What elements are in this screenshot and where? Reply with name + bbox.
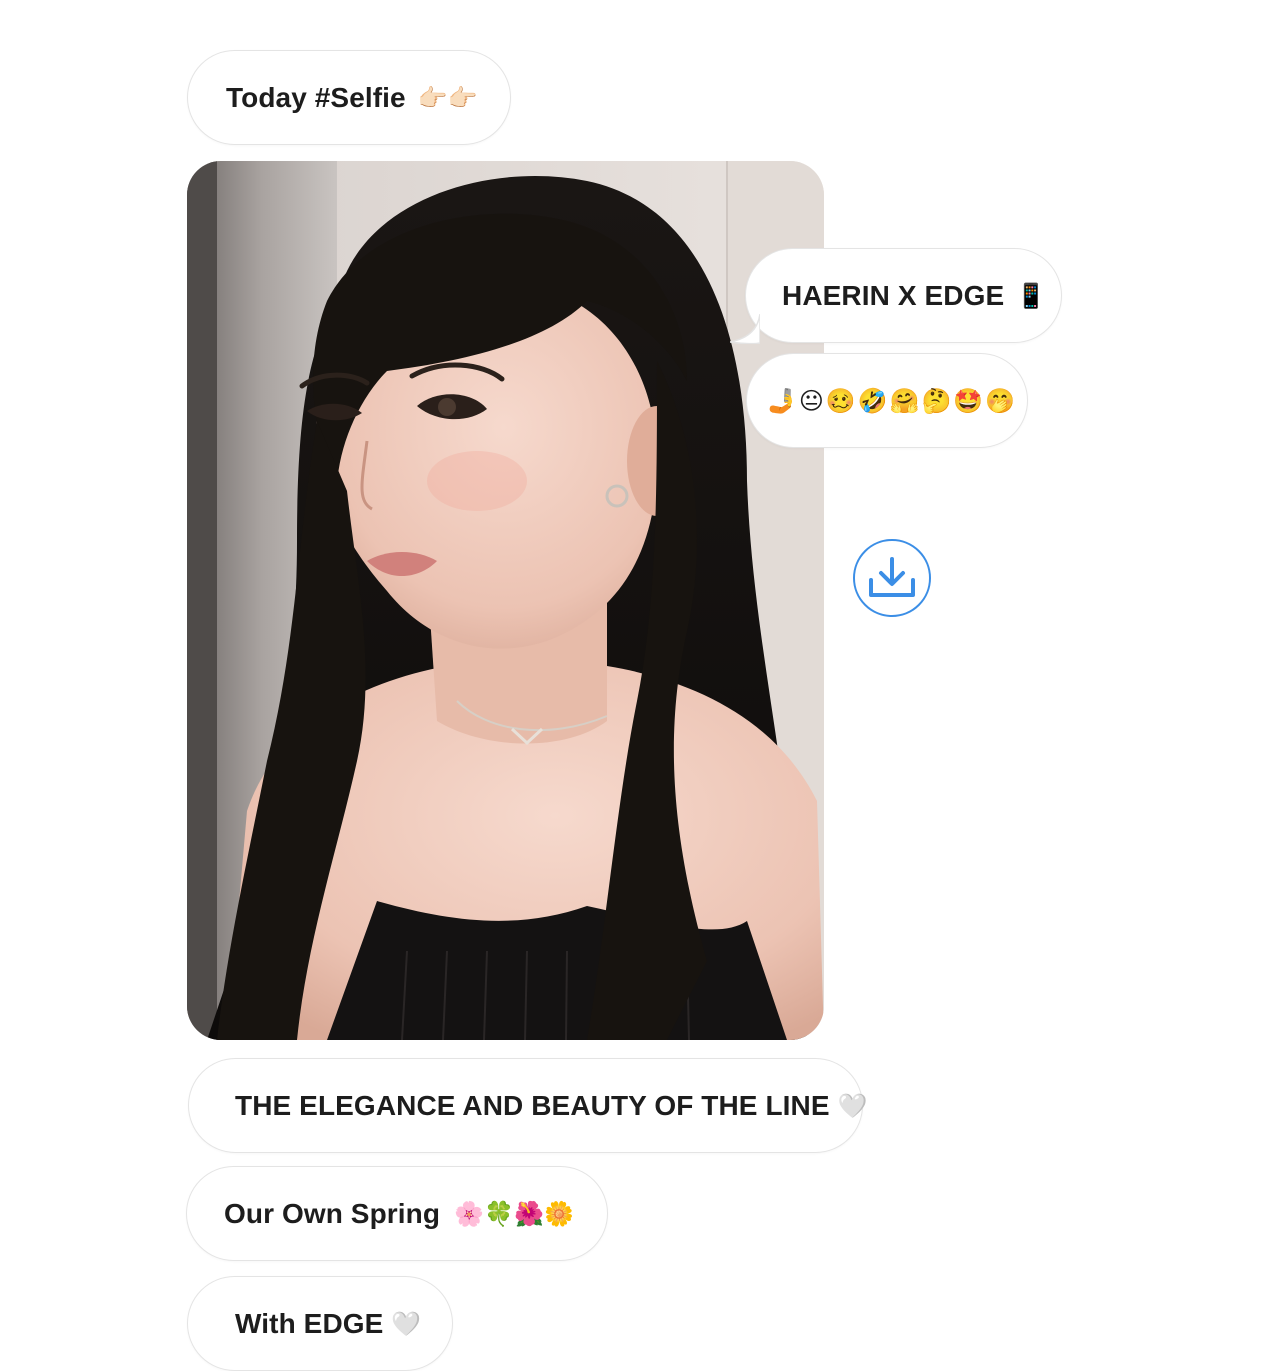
selfie-photo[interactable] xyxy=(187,161,824,1040)
message-text: THE ELEGANCE AND BEAUTY OF THE LINE xyxy=(235,1089,830,1121)
emoji-sequence: 🤳😐🥴🤣🤗🤔🤩🤭 xyxy=(767,386,1018,415)
message-text: Our Own Spring xyxy=(224,1197,441,1229)
pointing-hands-emoji: 👉🏻👉🏻 xyxy=(417,83,478,112)
phone-emoji: 📱 xyxy=(1016,281,1047,310)
message-text: With EDGE xyxy=(235,1307,384,1339)
white-heart-emoji: 🤍 xyxy=(837,1091,868,1120)
message-bubble-elegance: THE ELEGANCE AND BEAUTY OF THE LINE 🤍 xyxy=(188,1058,868,1153)
message-bubble-emoji-row: 🤳😐🥴🤣🤗🤔🤩🤭 xyxy=(746,353,1028,448)
message-bubble-today-selfie: Today #Selfie 👉🏻👉🏻 xyxy=(187,50,511,145)
bubble-tail xyxy=(730,314,760,344)
message-bubble-our-own-spring: Our Own Spring 🌸🍀🌺🌼 xyxy=(186,1166,608,1261)
message-bubble-with-edge: With EDGE 🤍 xyxy=(187,1276,453,1371)
message-text: Today #Selfie xyxy=(226,81,406,113)
message-text: HAERIN X EDGE xyxy=(782,279,1005,311)
flowers-emoji: 🌸🍀🌺🌼 xyxy=(454,1199,574,1228)
download-icon xyxy=(869,557,915,597)
download-button[interactable] xyxy=(853,539,931,617)
message-bubble-haerin-x-edge: HAERIN X EDGE 📱 xyxy=(730,248,1062,344)
white-heart-emoji: 🤍 xyxy=(391,1309,422,1338)
